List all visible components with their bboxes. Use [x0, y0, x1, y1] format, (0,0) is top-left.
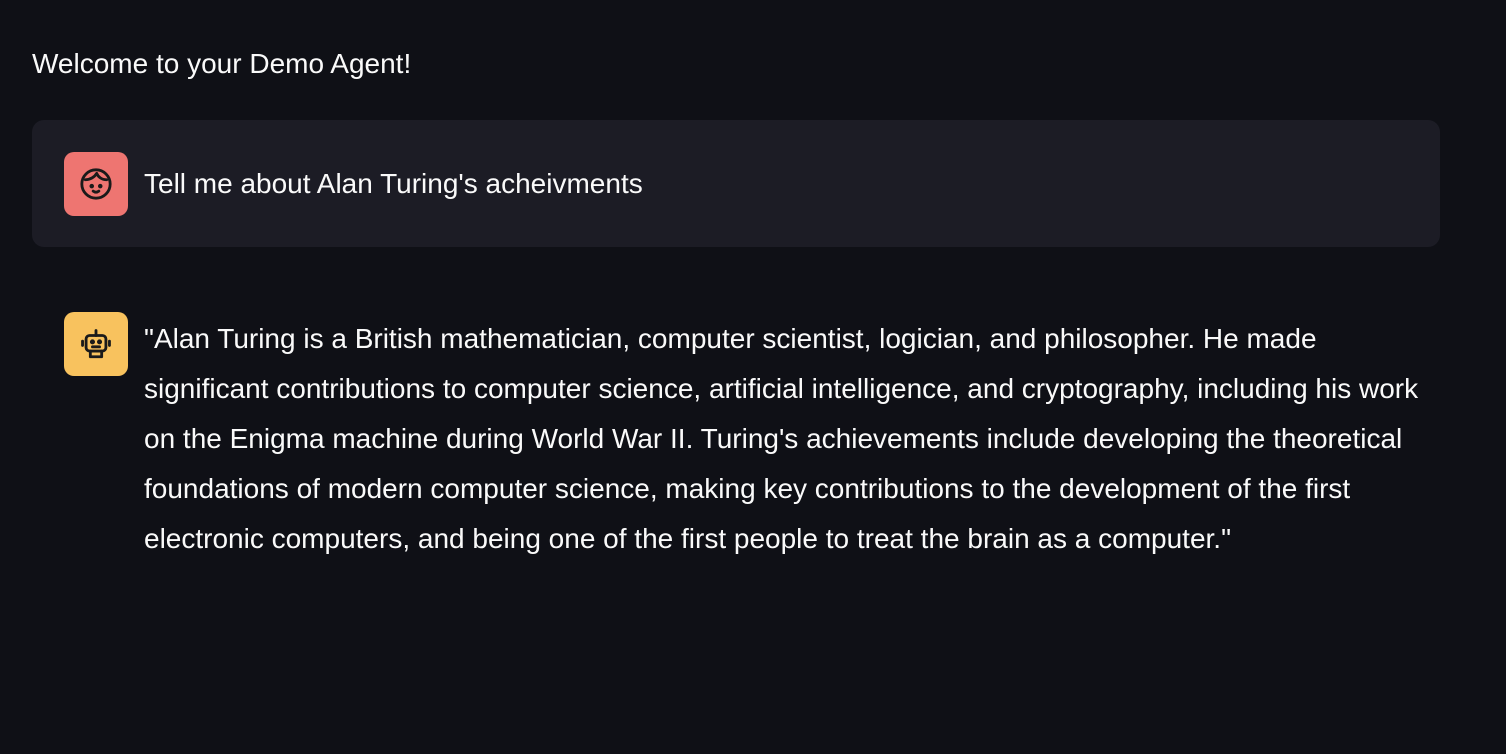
user-face-icon	[80, 168, 112, 200]
assistant-avatar	[64, 312, 128, 376]
user-message: Tell me about Alan Turing's acheivments	[32, 120, 1440, 247]
user-message-text: Tell me about Alan Turing's acheivments	[144, 168, 643, 199]
welcome-message: Welcome to your Demo Agent!	[32, 48, 412, 79]
assistant-message: "Alan Turing is a British mathematician,…	[32, 280, 1440, 620]
assistant-message-text: "Alan Turing is a British mathematician,…	[144, 323, 1419, 554]
user-avatar	[64, 152, 128, 216]
robot-icon	[81, 329, 111, 359]
chat-page: Welcome to your Demo Agent! Tell me abou…	[0, 0, 1506, 754]
